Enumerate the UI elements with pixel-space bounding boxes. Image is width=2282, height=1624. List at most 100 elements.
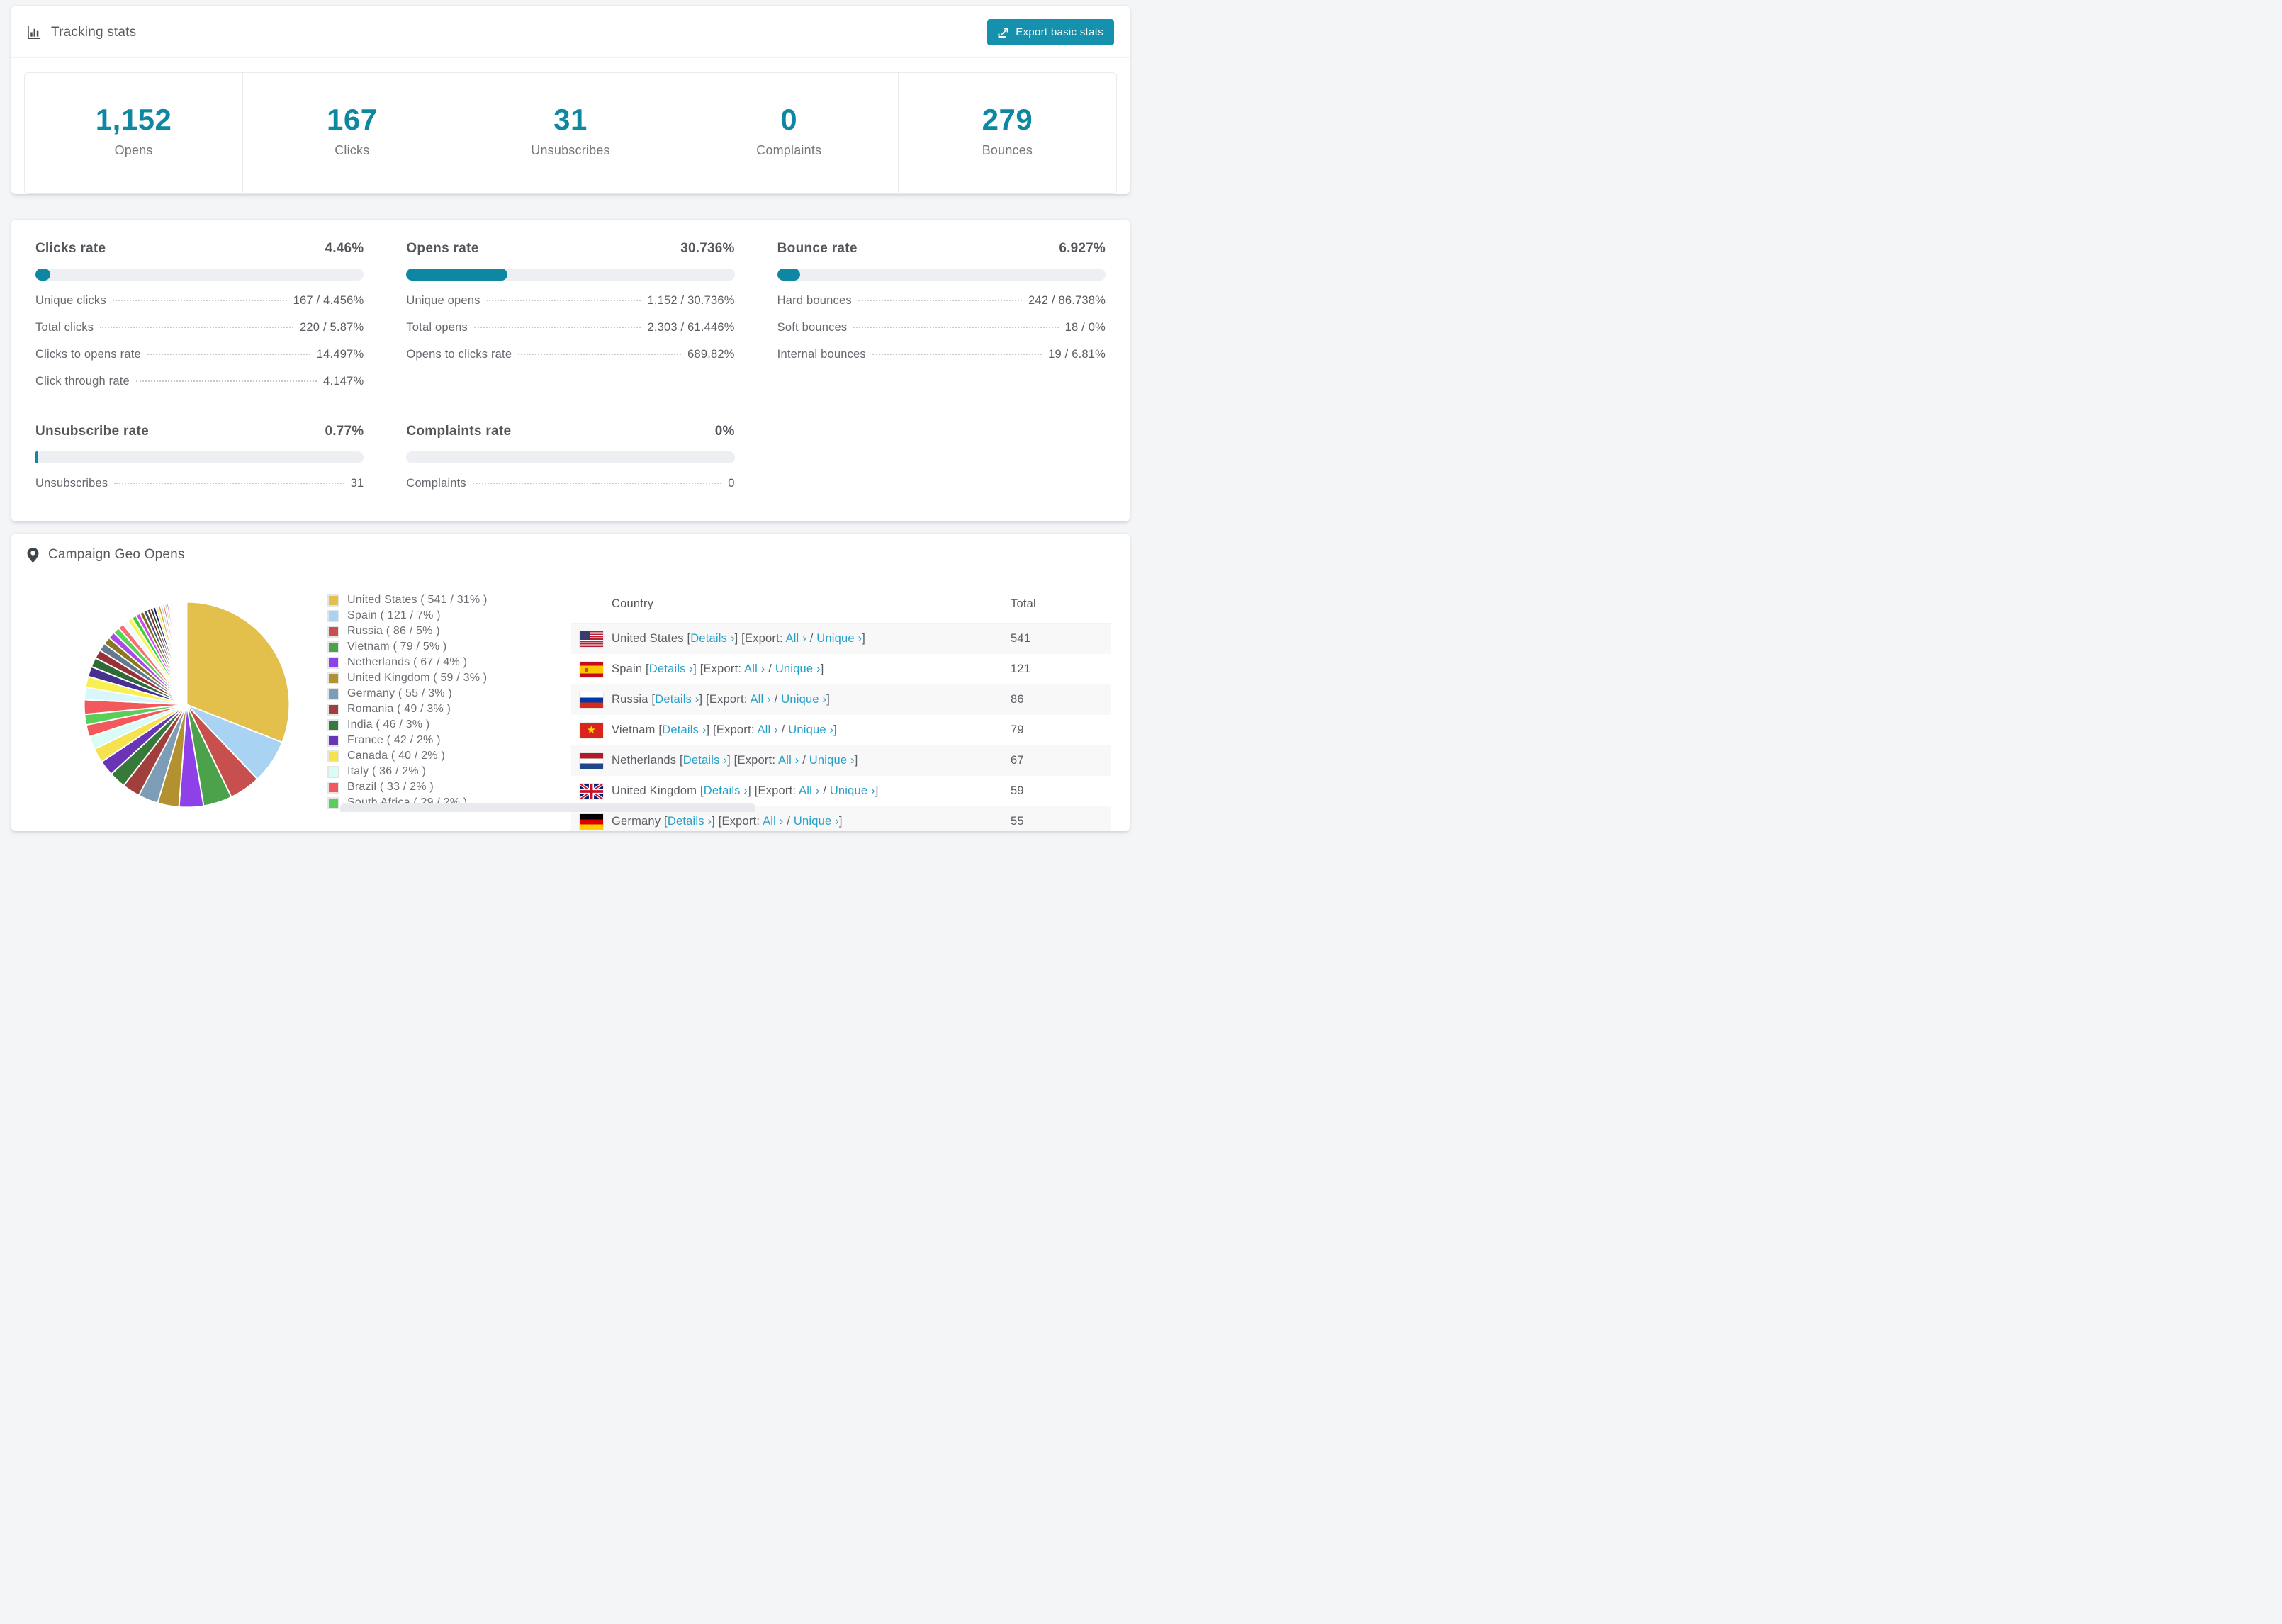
legend-label: United States ( 541 / 31% ) bbox=[347, 594, 488, 606]
export-unique-link[interactable]: Unique › bbox=[788, 723, 833, 736]
rate-row: Internal bounces 19 / 6.81% bbox=[777, 348, 1106, 361]
tracking-stats-title-text: Tracking stats bbox=[51, 24, 137, 40]
rate-row-value: 4.147% bbox=[323, 375, 364, 388]
geo-total-cell: 79 bbox=[1011, 723, 1024, 736]
legend-swatch bbox=[327, 781, 339, 794]
rate-section-opens-rate: Opens rate 30.736% Unique opens 1,152 / 30.… bbox=[406, 241, 735, 388]
export-unique-link[interactable]: Unique › bbox=[830, 784, 875, 797]
geo-table-header-total: Total bbox=[1005, 585, 1111, 624]
legend-item-romania[interactable]: Romania ( 49 / 3% ) bbox=[327, 703, 506, 716]
rate-row-label: Internal bounces bbox=[777, 348, 866, 361]
rate-row-label: Soft bounces bbox=[777, 321, 848, 334]
details-link[interactable]: Details › bbox=[683, 754, 727, 767]
legend-label: Germany ( 55 / 3% ) bbox=[347, 687, 452, 699]
legend-item-netherlands[interactable]: Netherlands ( 67 / 4% ) bbox=[327, 656, 506, 669]
export-unique-link[interactable]: Unique › bbox=[794, 815, 839, 828]
pie-slice-other-67[interactable] bbox=[186, 601, 188, 706]
geo-total-cell: 86 bbox=[1011, 693, 1024, 706]
stat-label: Clicks bbox=[335, 143, 370, 157]
tracking-stats-header: Tracking stats Export basic stats bbox=[11, 6, 1130, 58]
export-unique-link[interactable]: Unique › bbox=[775, 662, 821, 675]
tracking-stats-title: Tracking stats bbox=[27, 25, 136, 40]
export-basic-stats-button[interactable]: Export basic stats bbox=[987, 19, 1114, 45]
details-link[interactable]: Details › bbox=[690, 632, 734, 645]
geo-table-row-vn: Vietnam [Details ›] [Export: All › / Uni… bbox=[571, 715, 1111, 745]
rate-head: Clicks rate 4.46% bbox=[35, 241, 364, 256]
rate-row-label: Unique opens bbox=[406, 294, 480, 307]
slash: / bbox=[819, 784, 830, 797]
dotted-leader bbox=[114, 483, 344, 484]
export-unique-link[interactable]: Unique › bbox=[781, 693, 826, 706]
details-link[interactable]: Details › bbox=[655, 693, 699, 706]
country-name: Spain bbox=[612, 662, 646, 675]
geo-opens-title: Campaign Geo Opens bbox=[27, 547, 185, 563]
dotted-leader bbox=[135, 380, 317, 382]
details-link[interactable]: Details › bbox=[649, 662, 693, 675]
legend-swatch bbox=[327, 765, 339, 778]
export-all-link[interactable]: All › bbox=[757, 723, 777, 736]
export-all-link[interactable]: All › bbox=[785, 632, 806, 645]
bracket: ] [Export: bbox=[706, 723, 758, 736]
rate-row-value: 14.497% bbox=[316, 348, 364, 361]
legend-item-russia[interactable]: Russia ( 86 / 5% ) bbox=[327, 625, 506, 638]
legend-label: Romania ( 49 / 3% ) bbox=[347, 703, 451, 715]
legend-label: India ( 46 / 3% ) bbox=[347, 718, 430, 731]
rate-row-value: 689.82% bbox=[687, 348, 735, 361]
rate-rows: Complaints 0 bbox=[406, 477, 734, 490]
bracket: ] [Export: bbox=[693, 662, 745, 675]
dotted-leader bbox=[486, 300, 641, 301]
bracket: ] [Export: bbox=[734, 632, 786, 645]
geo-pie-legend: United States ( 541 / 31% ) Spain ( 121 /… bbox=[327, 594, 506, 812]
geo-table-row-nl: Netherlands [Details ›] [Export: All › /… bbox=[571, 745, 1111, 776]
rate-row-value: 220 / 5.87% bbox=[300, 321, 364, 334]
rate-row: Unsubscribes 31 bbox=[35, 477, 364, 490]
legend-item-united-states[interactable]: United States ( 541 / 31% ) bbox=[327, 594, 506, 607]
legend-item-spain[interactable]: Spain ( 121 / 7% ) bbox=[327, 609, 506, 622]
rate-row-value: 1,152 / 30.736% bbox=[647, 294, 735, 307]
rate-progress-track bbox=[777, 269, 1106, 281]
legend-swatch bbox=[327, 609, 339, 622]
export-all-link[interactable]: All › bbox=[750, 693, 770, 706]
details-link[interactable]: Details › bbox=[704, 784, 748, 797]
legend-item-brazil[interactable]: Brazil ( 33 / 2% ) bbox=[327, 781, 506, 794]
export-all-link[interactable]: All › bbox=[778, 754, 799, 767]
details-link[interactable]: Details › bbox=[662, 723, 706, 736]
export-unique-link[interactable]: Unique › bbox=[816, 632, 862, 645]
legend-item-canada[interactable]: Canada ( 40 / 2% ) bbox=[327, 750, 506, 762]
export-button-label: Export basic stats bbox=[1016, 26, 1103, 38]
details-link[interactable]: Details › bbox=[668, 815, 712, 828]
rate-progress-track bbox=[35, 451, 364, 463]
bottom-scrollbar[interactable] bbox=[340, 803, 755, 812]
rate-row-label: Opens to clicks rate bbox=[406, 348, 512, 361]
dotted-leader bbox=[112, 300, 287, 301]
export-all-link[interactable]: All › bbox=[799, 784, 819, 797]
export-unique-link[interactable]: Unique › bbox=[809, 754, 855, 767]
rate-row-value: 18 / 0% bbox=[1064, 321, 1106, 334]
legend-item-italy[interactable]: Italy ( 36 / 2% ) bbox=[327, 765, 506, 778]
stat-label: Bounces bbox=[982, 143, 1033, 157]
dotted-leader bbox=[872, 354, 1042, 355]
legend-item-vietnam[interactable]: Vietnam ( 79 / 5% ) bbox=[327, 641, 506, 653]
legend-item-france[interactable]: France ( 42 / 2% ) bbox=[327, 734, 506, 747]
rate-title: Unsubscribe rate bbox=[35, 424, 150, 439]
legend-label: Russia ( 86 / 5% ) bbox=[347, 625, 440, 637]
export-all-link[interactable]: All › bbox=[763, 815, 783, 828]
geo-table-row-es: Spain [Details ›] [Export: All › / Uniqu… bbox=[571, 654, 1111, 684]
us-flag-icon bbox=[580, 631, 603, 647]
legend-item-germany[interactable]: Germany ( 55 / 3% ) bbox=[327, 687, 506, 700]
bracket: ] [Export: bbox=[748, 784, 799, 797]
bracket: ] bbox=[854, 754, 858, 767]
rate-row: Unique clicks 167 / 4.456% bbox=[35, 294, 364, 308]
rates-grid: Clicks rate 4.46% Unique clicks 167 / 4.456… bbox=[35, 241, 1106, 490]
rate-value: 0.77% bbox=[325, 424, 364, 439]
rate-head: Opens rate 30.736% bbox=[406, 241, 734, 256]
export-all-link[interactable]: All › bbox=[744, 662, 765, 675]
rate-title: Clicks rate bbox=[35, 241, 106, 256]
geo-opens-header: Campaign Geo Opens bbox=[11, 534, 1130, 575]
stat-box-bounces: 279 Bounces bbox=[899, 73, 1116, 193]
geo-pie-chart bbox=[79, 597, 295, 813]
rate-row: Total clicks 220 / 5.87% bbox=[35, 321, 364, 334]
rate-value: 4.46% bbox=[325, 241, 364, 256]
legend-item-india[interactable]: India ( 46 / 3% ) bbox=[327, 718, 506, 731]
legend-item-united-kingdom[interactable]: United Kingdom ( 59 / 3% ) bbox=[327, 672, 506, 684]
